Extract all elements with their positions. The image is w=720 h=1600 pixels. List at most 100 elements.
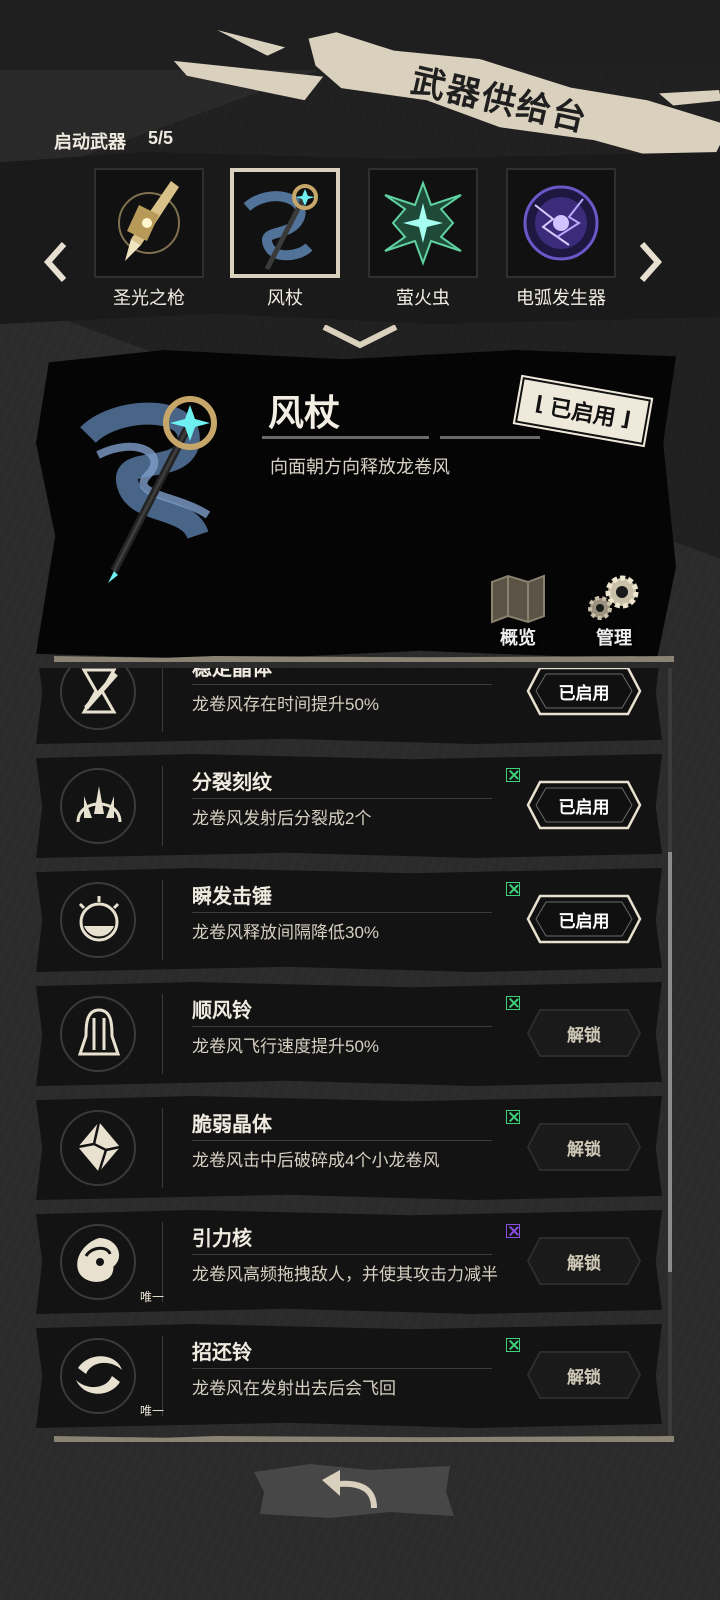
rarity-badge-icon <box>506 1110 520 1124</box>
row-rule <box>192 1140 492 1141</box>
manage-button[interactable]: 管理 <box>582 572 646 650</box>
chevron-left-icon <box>43 242 67 282</box>
stamp-text: 已启用 <box>548 394 618 431</box>
row-divider <box>162 668 163 732</box>
holy-lance-icon <box>118 181 180 261</box>
boomerang-swirl-icon <box>76 1356 122 1394</box>
weapon-name: 电弧发生器 <box>516 288 606 308</box>
weapon-frame <box>506 168 616 278</box>
upgrade-unlock-button[interactable]: 解锁 <box>526 1118 642 1176</box>
upgrade-button-label: 已启用 <box>558 797 610 817</box>
upgrade-row: 稳定晶体 龙卷风存在时间提升50% 已启用 <box>36 668 662 744</box>
upgrade-description: 龙卷风发射后分裂成2个 <box>192 809 372 828</box>
rarity-badge-icon <box>506 882 520 896</box>
weapon-frame <box>230 168 340 278</box>
row-divider <box>162 766 163 846</box>
carousel-next-button[interactable] <box>636 236 666 288</box>
upgrade-row: 瞬发击锤 龙卷风释放间隔降低30% 已启用 <box>36 868 662 972</box>
row-divider <box>162 994 163 1074</box>
upgrade-row: 分裂刻纹 龙卷风发射后分裂成2个 已启用 <box>36 754 662 858</box>
upgrade-row: 唯一 引力核 龙卷风高频拖拽敌人，并使其攻击力减半 解锁 <box>36 1210 662 1314</box>
upgrade-name: 瞬发击锤 <box>192 886 272 908</box>
weapon-slot-wind-staff[interactable]: 风杖 <box>230 168 340 310</box>
upgrade-button-label: 解锁 <box>567 1139 601 1159</box>
upgrade-name: 招还铃 <box>192 1342 252 1364</box>
chevron-right-icon <box>639 242 663 282</box>
row-rule <box>192 684 492 685</box>
upgrade-unlock-button[interactable]: 解锁 <box>526 1004 642 1062</box>
active-weapons-label: 启动武器 <box>54 132 126 152</box>
split-crown-icon <box>76 786 122 823</box>
upgrade-description: 龙卷风存在时间提升50% <box>192 695 380 714</box>
upgrade-row: 顺风铃 龙卷风飞行速度提升50% 解锁 <box>36 982 662 1086</box>
upgrade-name: 分裂刻纹 <box>192 772 272 794</box>
weapon-slot-holy-lance[interactable]: 圣光之枪 <box>94 168 204 310</box>
row-rule <box>192 1368 492 1369</box>
weapon-detail-name: 风杖 <box>268 392 341 433</box>
weapon-detail-description: 向面朝方向释放龙卷风 <box>270 457 450 477</box>
rarity-badge-icon <box>506 768 520 782</box>
arc-generator-icon <box>523 185 599 261</box>
upgrade-description: 龙卷风击中后破碎成4个小龙卷风 <box>192 1151 440 1170</box>
weapon-slot-firefly[interactable]: 萤火虫 <box>368 168 478 310</box>
hourglass-sword-icon <box>81 668 118 714</box>
upgrade-unlock-button[interactable]: 解锁 <box>526 1232 642 1290</box>
rarity-badge-icon <box>506 996 520 1010</box>
hammer-clock-icon <box>78 896 120 942</box>
stamp-bracket-right: ⌋ <box>619 407 633 431</box>
weapon-name: 圣光之枪 <box>113 288 185 308</box>
upgrade-description: 龙卷风释放间隔降低30% <box>192 923 380 942</box>
upgrade-button-label: 解锁 <box>567 1025 601 1045</box>
row-rule <box>192 1026 492 1027</box>
shattered-crystal-icon <box>77 1121 121 1173</box>
manage-label: 管理 <box>596 628 632 648</box>
row-rule <box>192 1254 492 1255</box>
upgrade-name: 脆弱晶体 <box>192 1114 272 1136</box>
upgrade-unlock-button[interactable]: 解锁 <box>526 1346 642 1404</box>
wind-staff-icon <box>243 184 318 271</box>
weapon-name: 萤火虫 <box>396 288 450 308</box>
gear-icon <box>588 575 639 620</box>
upgrade-row: 唯一 招还铃 龙卷风在发射出去后会飞回 解锁 <box>36 1324 662 1428</box>
weapon-slot-arc-generator[interactable]: 电弧发生器 <box>506 168 616 310</box>
upgrade-enabled-button[interactable]: 已启用 <box>526 890 642 948</box>
weapon-name: 风杖 <box>267 288 303 308</box>
active-weapons-counter: 启动武器 5/5 <box>54 128 173 154</box>
bell-icon <box>77 1008 121 1056</box>
upgrade-enabled-button[interactable]: 已启用 <box>526 668 642 720</box>
overview-button[interactable]: 概览 <box>486 572 550 650</box>
upgrade-description: 龙卷风高频拖拽敌人，并使其攻击力减半 <box>192 1265 498 1284</box>
unique-tag: 唯一 <box>140 1290 165 1304</box>
upgrade-row: 脆弱晶体 龙卷风击中后破碎成4个小龙卷风 解锁 <box>36 1096 662 1200</box>
upgrade-list[interactable]: 稳定晶体 龙卷风存在时间提升50% 已启用 分裂刻纹 龙卷风发射后分裂成2个 已… <box>36 668 676 1438</box>
overview-label: 概览 <box>500 628 536 648</box>
detail-divider <box>262 436 540 439</box>
rarity-badge-icon <box>506 1338 520 1352</box>
row-divider <box>162 1108 163 1188</box>
active-weapons-count: 5/5 <box>148 128 174 148</box>
row-divider <box>162 880 163 960</box>
map-icon <box>491 574 545 624</box>
upgrade-button-label: 解锁 <box>567 1367 601 1387</box>
upgrade-name: 顺风铃 <box>192 1000 252 1022</box>
upgrade-enabled-button[interactable]: 已启用 <box>526 776 642 834</box>
scrollbar-thumb[interactable] <box>668 852 672 1272</box>
upgrade-description: 龙卷风在发射出去后会飞回 <box>192 1379 396 1398</box>
unique-tag: 唯一 <box>140 1404 165 1418</box>
carousel-prev-button[interactable] <box>40 236 70 288</box>
chevron-down-icon <box>322 325 398 349</box>
upgrade-description: 龙卷风飞行速度提升50% <box>192 1037 380 1056</box>
firefly-icon <box>384 180 462 266</box>
row-rule <box>192 798 492 799</box>
upgrade-name: 引力核 <box>192 1228 252 1250</box>
rarity-badge-icon <box>506 1224 520 1238</box>
weapon-frame <box>368 168 478 278</box>
wind-staff-large-icon <box>80 396 217 583</box>
upgrade-name: 稳定晶体 <box>192 668 272 680</box>
upgrade-button-label: 已启用 <box>558 683 610 703</box>
back-button[interactable] <box>250 1462 456 1520</box>
vortex-core-icon <box>77 1238 120 1282</box>
upgrade-button-label: 已启用 <box>558 911 610 931</box>
row-rule <box>192 912 492 913</box>
weapon-frame <box>94 168 204 278</box>
